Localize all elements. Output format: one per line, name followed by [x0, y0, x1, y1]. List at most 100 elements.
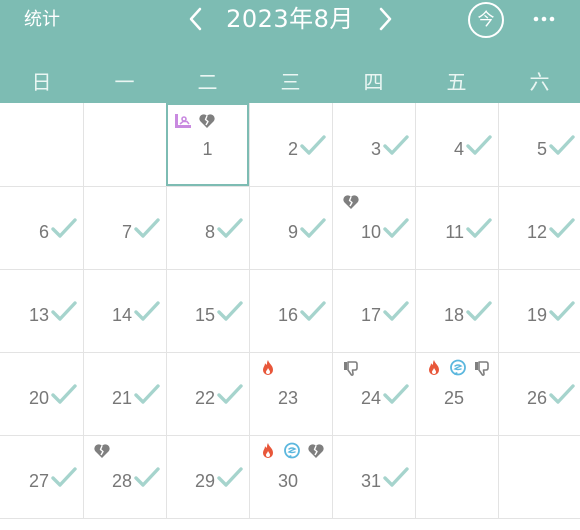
day-number: 31 [360, 471, 381, 491]
day-cell[interactable]: 6 [0, 186, 83, 269]
month-title: 2023年8月 [226, 5, 354, 33]
grid-row-divider [0, 518, 580, 519]
day-cell[interactable]: 26 [498, 352, 580, 435]
day-number: 13 [28, 305, 49, 325]
day-cell[interactable]: 19 [498, 269, 580, 352]
chevron-right-icon [379, 7, 392, 31]
day-cell[interactable]: 2 [249, 103, 332, 186]
checkmark-icon [51, 467, 77, 487]
thumbs-down-icon [473, 359, 491, 377]
checkmark-icon [300, 135, 326, 155]
calendar-header: 统计 2023年8月 今 日 一 二 三 四 五 六 [0, 0, 580, 103]
checkmark-icon [134, 218, 160, 238]
checkmark-icon [51, 301, 77, 321]
more-dots-icon [533, 16, 555, 22]
day-cell[interactable]: 3 [332, 103, 415, 186]
checkmark-icon [549, 301, 575, 321]
day-number: 30 [277, 471, 298, 491]
day-cell[interactable]: 4 [415, 103, 498, 186]
day-cell[interactable]: 7 [83, 186, 166, 269]
day-marks [259, 358, 277, 378]
thumbs-down-icon [342, 359, 360, 377]
day-number: 6 [38, 222, 49, 242]
checkmark-icon [134, 384, 160, 404]
day-cell[interactable]: 31 [332, 435, 415, 518]
day-cell[interactable]: 13 [0, 269, 83, 352]
day-cell[interactable]: 24 [332, 352, 415, 435]
broken-heart-icon [307, 442, 325, 460]
today-button[interactable]: 今 [468, 2, 504, 38]
more-button[interactable] [529, 9, 559, 29]
day-cell[interactable]: 28 [83, 435, 166, 518]
day-cell[interactable]: 27 [0, 435, 83, 518]
day-cell[interactable]: 8 [166, 186, 249, 269]
day-number: 7 [121, 222, 132, 242]
day-cell[interactable]: 16 [249, 269, 332, 352]
day-cell[interactable]: 1 [166, 103, 249, 186]
day-cell[interactable]: 12 [498, 186, 580, 269]
weekday-mon: 一 [114, 70, 135, 94]
day-cell[interactable]: 23 [249, 352, 332, 435]
checkmark-icon [549, 218, 575, 238]
day-cell[interactable]: 9 [249, 186, 332, 269]
day-cell[interactable]: 18 [415, 269, 498, 352]
day-cell[interactable]: 15 [166, 269, 249, 352]
day-number: 10 [360, 222, 381, 242]
checkmark-icon [217, 384, 243, 404]
calendar-grid: 1 2 3 4 5 6 7 8 9 10 11 12 13 14 15 16 17 18 19 20 21 22 23 24 2… [0, 103, 580, 530]
broken-heart-icon [93, 442, 111, 460]
day-number: 17 [360, 305, 381, 325]
day-cell[interactable]: 14 [83, 269, 166, 352]
day-cell[interactable]: 22 [166, 352, 249, 435]
day-number: 18 [443, 305, 464, 325]
day-number: 2 [287, 139, 298, 159]
fire-icon [259, 359, 277, 377]
day-cell[interactable]: 29 [166, 435, 249, 518]
stats-button[interactable]: 统计 [24, 9, 60, 31]
checkmark-icon [549, 384, 575, 404]
prev-month-button[interactable] [184, 6, 208, 32]
day-number: 3 [370, 139, 381, 159]
fire-icon [425, 359, 443, 377]
day-cell[interactable]: 5 [498, 103, 580, 186]
weekday-wed: 三 [280, 70, 301, 94]
checkmark-icon [51, 218, 77, 238]
weekday-sat: 六 [529, 70, 550, 94]
next-month-button[interactable] [373, 6, 397, 32]
day-cell[interactable]: 30 [249, 435, 332, 518]
day-marks [342, 192, 360, 212]
day-cell[interactable]: 11 [415, 186, 498, 269]
day-number: 5 [536, 139, 547, 159]
day-cell[interactable]: 21 [83, 352, 166, 435]
checkmark-icon [549, 135, 575, 155]
day-number: 21 [111, 388, 132, 408]
weekday-row: 日 一 二 三 四 五 六 [0, 62, 580, 102]
checkmark-icon [383, 135, 409, 155]
day-number: 12 [526, 222, 547, 242]
day-cell[interactable]: 25 [415, 352, 498, 435]
day-cell[interactable]: 10 [332, 186, 415, 269]
checkmark-icon [466, 301, 492, 321]
checkmark-icon [217, 467, 243, 487]
day-marks [425, 358, 491, 378]
checkmark-icon [217, 301, 243, 321]
day-marks [342, 358, 360, 378]
day-number: 22 [194, 388, 215, 408]
day-number: 8 [204, 222, 215, 242]
day-number: 25 [443, 388, 464, 408]
chevron-left-icon [189, 7, 202, 31]
checkmark-icon [466, 218, 492, 238]
day-cell[interactable]: 20 [0, 352, 83, 435]
broken-heart-icon [198, 112, 216, 130]
checkmark-icon [383, 218, 409, 238]
day-cell[interactable]: 17 [332, 269, 415, 352]
checkmark-icon [134, 301, 160, 321]
checkmark-icon [217, 218, 243, 238]
day-number: 11 [445, 222, 464, 242]
checkmark-icon [134, 467, 160, 487]
weekday-sun: 日 [31, 70, 52, 94]
day-number: 15 [194, 305, 215, 325]
checkmark-icon [383, 301, 409, 321]
chat-bubble-icon [283, 442, 301, 460]
weekday-tue: 二 [197, 70, 218, 94]
